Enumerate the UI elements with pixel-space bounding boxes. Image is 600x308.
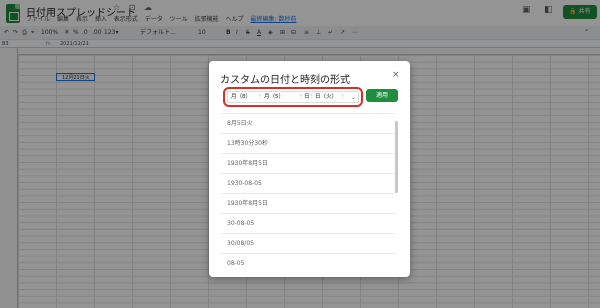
list-item[interactable]: 8月5日火	[220, 113, 396, 133]
token-separator: ⁝	[342, 94, 344, 100]
format-input-highlight: 月（8） ⁝ 月（5） ⁝ 日 ⁝ 日（火） ⁝ ⌄	[223, 87, 363, 107]
chevron-down-icon[interactable]: ⌄	[351, 92, 356, 103]
format-token-month-8[interactable]: 月（8）	[231, 92, 251, 103]
list-item[interactable]: 30/08/05	[220, 233, 396, 253]
token-separator: ⁝	[300, 94, 302, 100]
token-separator: ⁝	[311, 94, 313, 100]
list-scrollbar[interactable]	[395, 121, 398, 193]
list-item[interactable]: 08-05	[220, 253, 396, 273]
format-token-prefix[interactable]: 日	[304, 92, 310, 103]
dialog-title: カスタムの日付と時刻の形式	[220, 75, 350, 86]
list-item[interactable]: 30-08-05	[220, 213, 396, 233]
custom-date-time-format-dialog: カスタムの日付と時刻の形式 × 月（8） ⁝ 月（5） ⁝ 日 ⁝ 日（火） ⁝…	[209, 61, 410, 277]
format-pattern-input[interactable]: 月（8） ⁝ 月（5） ⁝ 日 ⁝ 日（火） ⁝ ⌄	[227, 91, 359, 103]
format-token-month-5[interactable]: 月（5）	[264, 92, 284, 103]
format-options-list: 8月5日火 13時30分30秒 1930年8月5日 1930-08-05 193…	[220, 113, 401, 274]
list-item[interactable]: 13時30分30秒	[220, 133, 396, 153]
format-token-weekday[interactable]: 日（火）	[315, 92, 337, 103]
close-icon[interactable]: ×	[392, 70, 400, 80]
token-separator: ⁝	[259, 94, 261, 100]
list-item[interactable]: 1930-08-05	[220, 173, 396, 193]
list-item[interactable]: 1930年8月5日	[220, 153, 396, 173]
list-item[interactable]: 1930年8月5日	[220, 193, 396, 213]
apply-button[interactable]: 適用	[366, 89, 398, 102]
